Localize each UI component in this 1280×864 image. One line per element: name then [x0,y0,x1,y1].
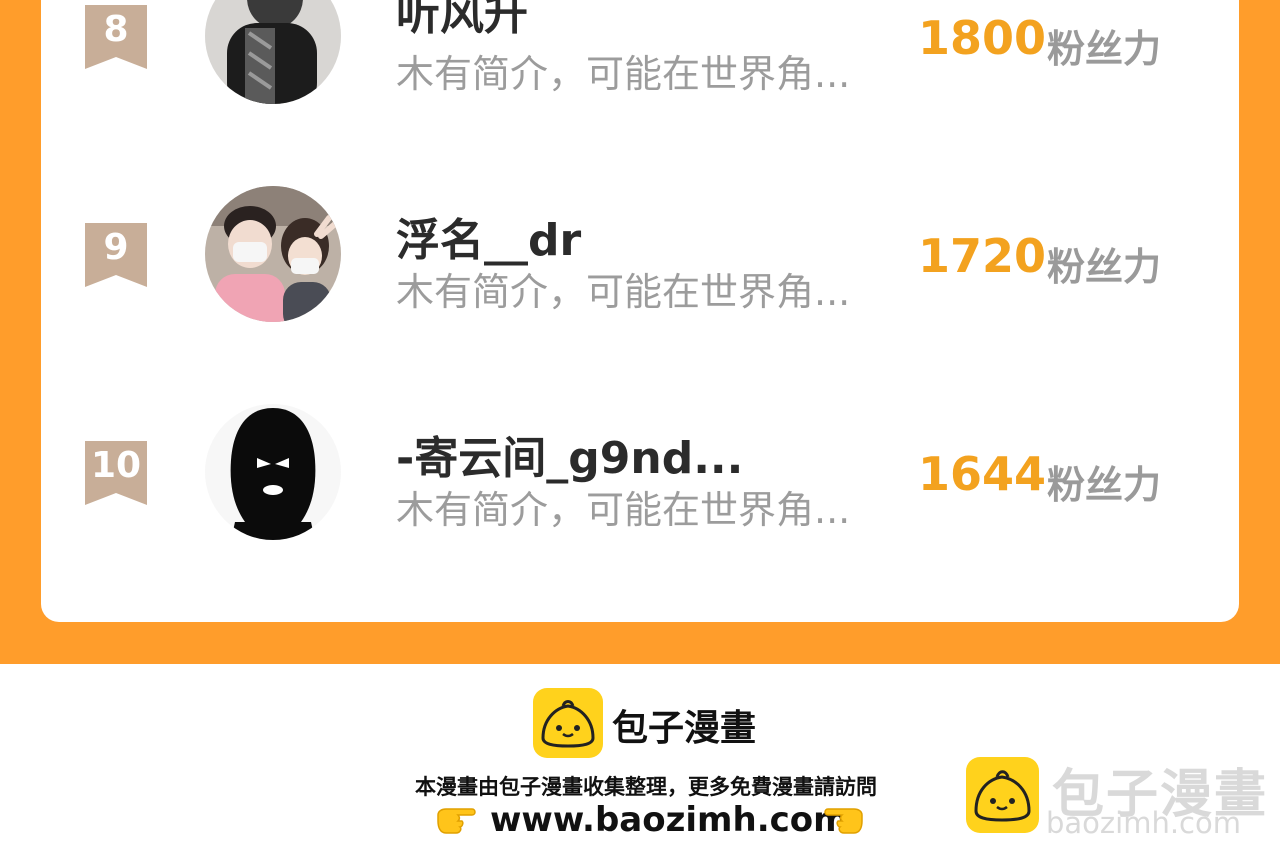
fans-label: 粉丝力 [1047,463,1162,507]
ranking-row-8[interactable]: 8 听风升 木有简介，可能在世界角... 1800 粉丝力 [0,0,1280,108]
user-name[interactable]: 浮名__dr [396,204,581,268]
fans-label: 粉丝力 [1047,27,1162,71]
user-name[interactable]: 听风升 [396,0,528,42]
watermark-logo-icon [966,757,1039,833]
fans-value: 1720 [918,229,1047,283]
rank-badge-icon: 10 [85,441,147,505]
site-url-link[interactable]: www.baozimh.com [490,800,849,840]
fans-value: 1644 [918,447,1047,501]
fans-value: 1800 [918,11,1047,65]
ranking-row-10[interactable]: 10 -寄云间_g9nd... 木有简介，可能在世界角... 1644 粉丝力 [0,404,1280,544]
rank-number: 10 [90,445,142,486]
user-bio: 木有简介，可能在世界角... [396,270,851,314]
brand-name: 包子漫畫 [612,708,757,749]
rank-badge-icon: 8 [85,5,147,69]
avatar[interactable] [205,404,341,540]
bun-logo-icon[interactable] [533,688,603,758]
avatar[interactable] [205,186,341,322]
rank-badge-icon: 9 [85,223,147,287]
watermark-url: baozimh.com [1046,806,1241,840]
avatar[interactable] [205,0,341,104]
pointing-right-hand-icon [436,805,478,839]
rank-number: 9 [103,227,129,268]
user-name[interactable]: -寄云间_g9nd... [396,422,743,486]
rank-number: 8 [103,9,129,50]
user-bio: 木有简介，可能在世界角... [396,488,851,532]
fans-label: 粉丝力 [1047,245,1162,289]
pointing-left-hand-icon [822,805,864,839]
user-bio: 木有简介，可能在世界角... [396,52,851,96]
ranking-row-9[interactable]: 9 浮名__dr 木有简介，可能在世界角... 1720 粉丝力 [0,186,1280,326]
